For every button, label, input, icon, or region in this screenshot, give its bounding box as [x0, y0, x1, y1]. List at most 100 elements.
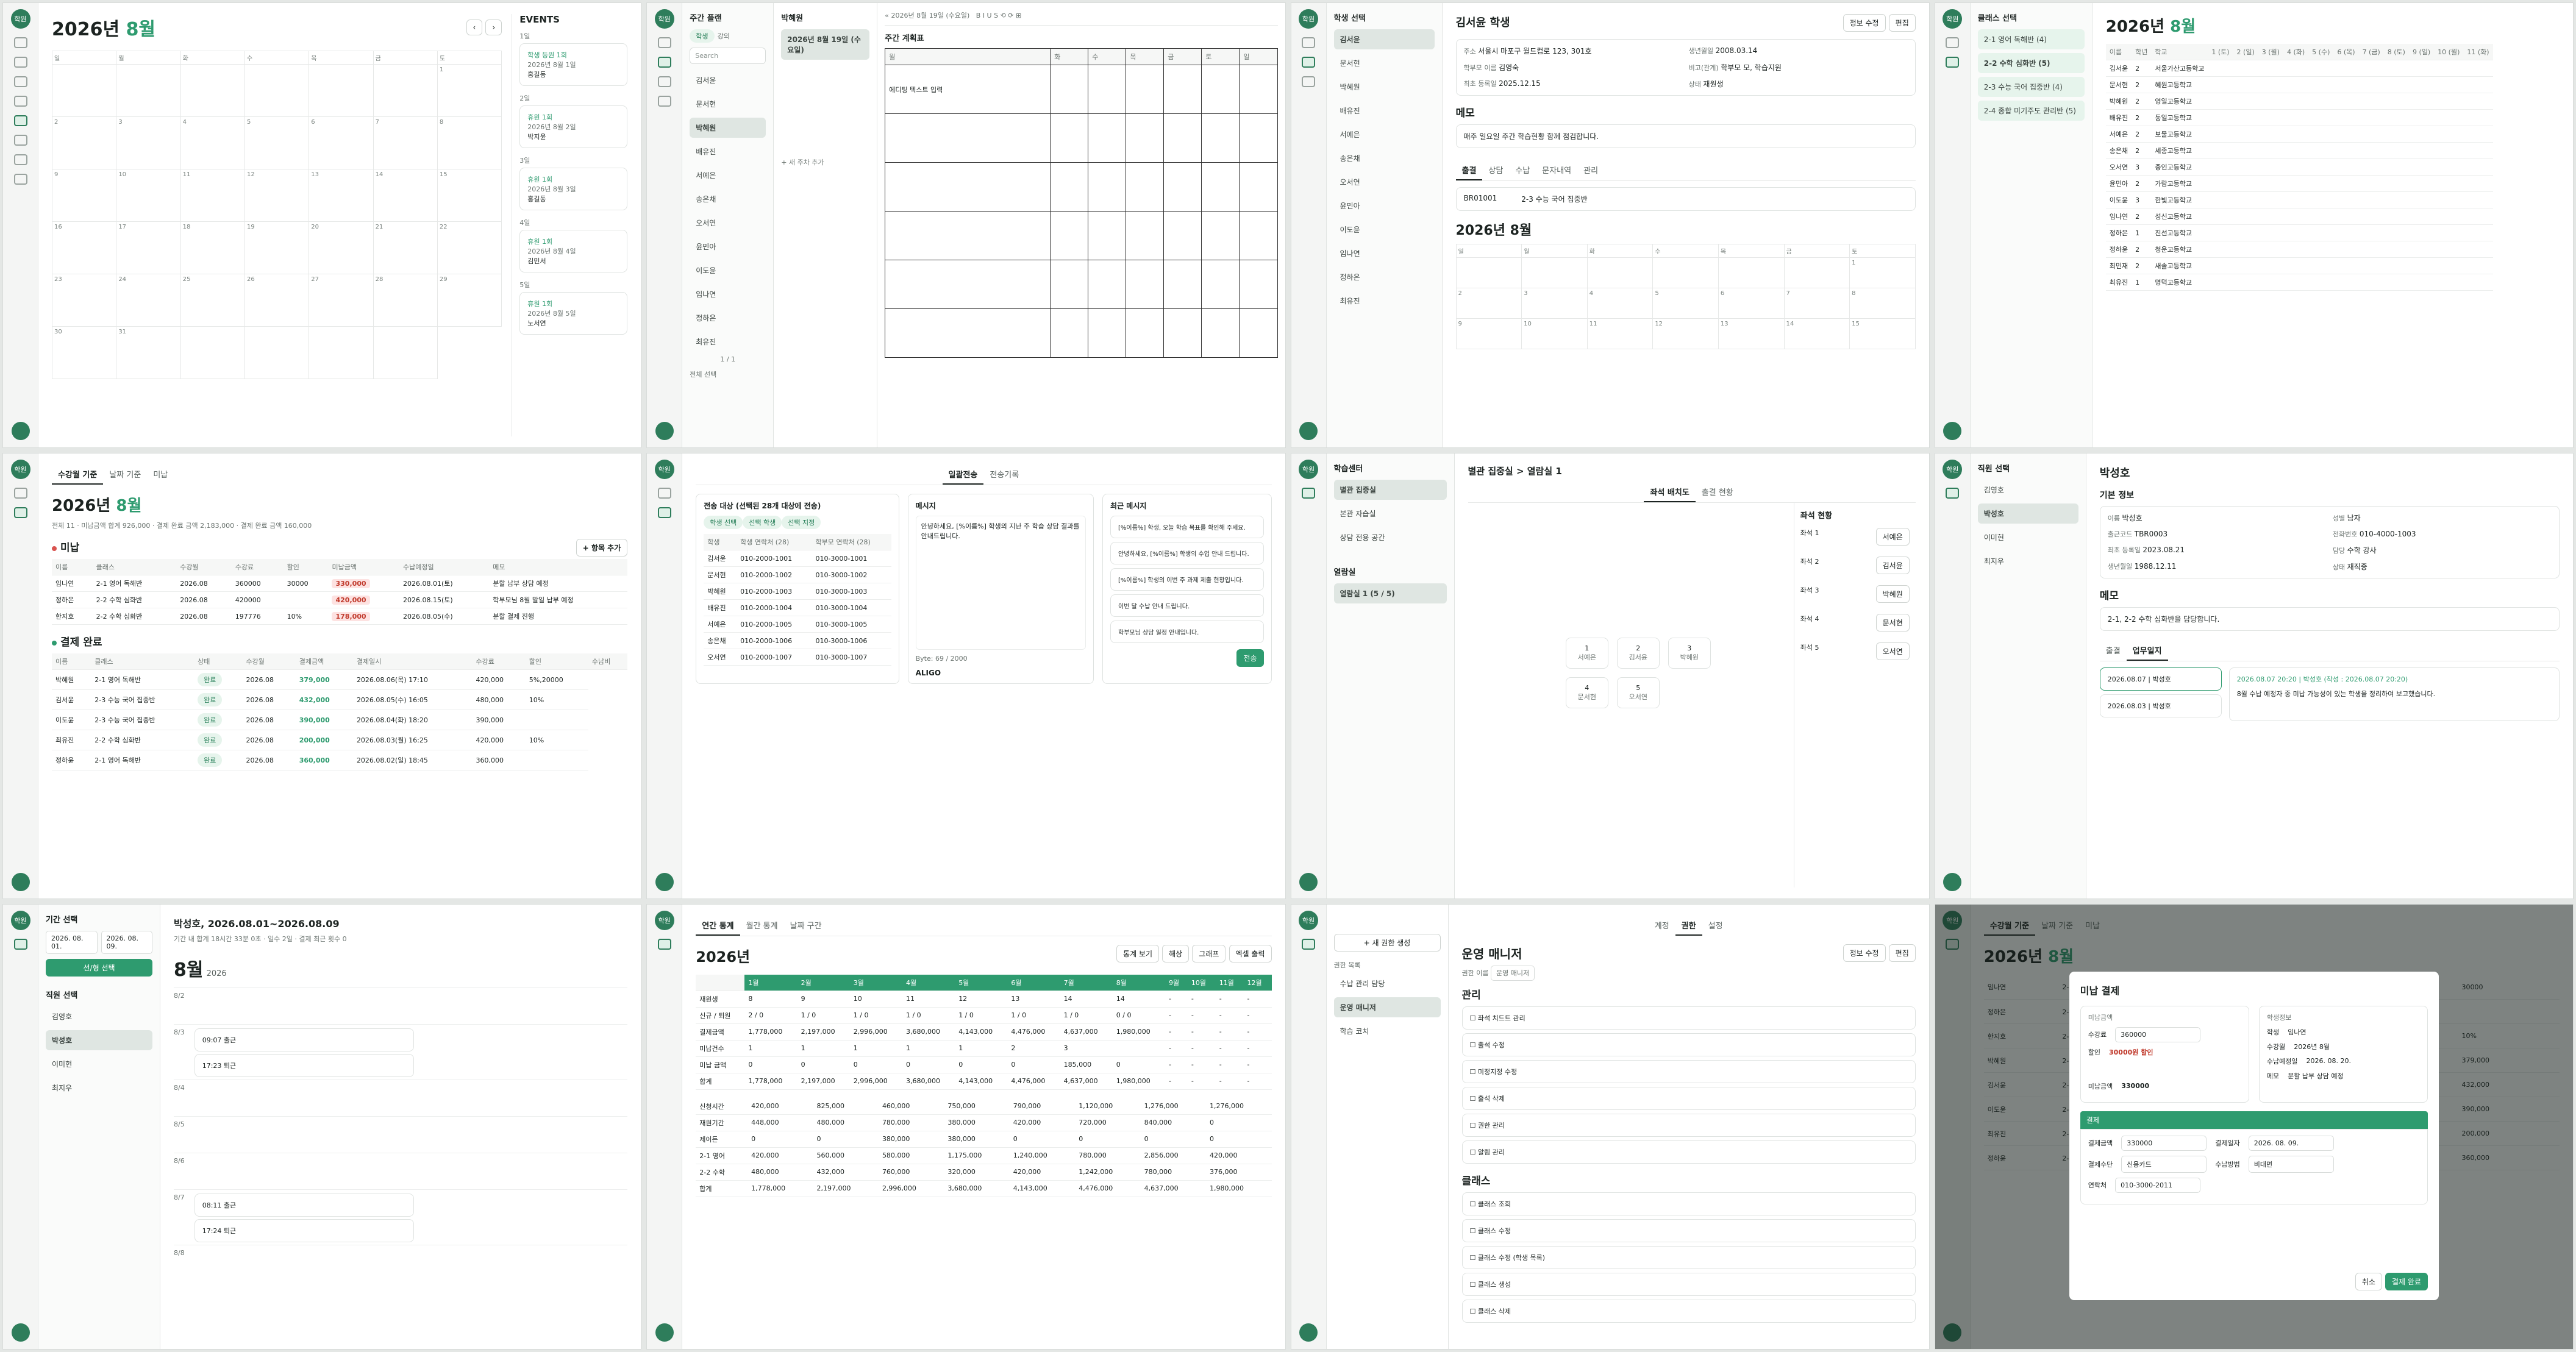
staff-icon[interactable] [1946, 488, 1960, 499]
day-cell[interactable]: 15 [437, 169, 502, 222]
phone-input[interactable]: 010-3000-2011 [2115, 1177, 2201, 1193]
tab-1[interactable]: 날짜 기준 [103, 464, 147, 483]
student-item[interactable]: 김서윤 [1333, 29, 1435, 49]
student-item[interactable]: 송은채 [1334, 148, 1435, 168]
day-cell[interactable]: 8 [437, 117, 502, 169]
calendar-icon[interactable] [657, 488, 671, 499]
staff-icon[interactable] [13, 174, 27, 185]
day-cell[interactable]: 9 [52, 169, 117, 222]
student-item[interactable]: 이도윤 [1334, 219, 1435, 240]
plan-cell[interactable] [1239, 260, 1278, 309]
table-row[interactable]: 최유진 2-2 수학 심화반 완료 2026.08 200,000 2026.08.03(… [52, 730, 627, 751]
day-cell[interactable]: 25 [180, 274, 245, 327]
avatar[interactable] [1943, 422, 1962, 441]
plan-cell[interactable] [1163, 260, 1202, 309]
plan-cell[interactable] [1239, 113, 1278, 163]
table-row[interactable]: 정하윤 2-1 영어 독해반 완료 2026.08 360,000 2026.08.02(… [52, 750, 627, 771]
avatar[interactable] [11, 1323, 30, 1342]
avatar[interactable] [1299, 422, 1318, 441]
app-logo[interactable]: 학원 [654, 460, 674, 480]
table-row[interactable]: 송은채 010-2000-1006 010-3000-1006 [704, 632, 891, 650]
recent-message[interactable]: [%이름%] 학생, 오늘 학습 목표를 확인해 주세요. [1110, 516, 1264, 539]
student-item[interactable]: 박혜원 [1334, 77, 1435, 97]
plan-cell[interactable] [1126, 65, 1165, 114]
app-logo[interactable]: 학원 [654, 910, 674, 930]
calendar-icon[interactable] [657, 37, 671, 48]
recent-message[interactable]: [%이름%] 학생의 이번 주 과제 제출 현황입니다. [1110, 568, 1264, 591]
day-cell[interactable] [244, 65, 310, 117]
message-textarea[interactable]: 안녕하세요, [%이름%] 학생의 지난 주 학습 상담 결과를 안내드립니다. [915, 516, 1086, 650]
table-row[interactable]: 이도윤 3 한빛고등학교 [2105, 191, 2493, 208]
plan-cell[interactable] [1126, 162, 1165, 212]
calendar-icon[interactable] [13, 37, 27, 48]
seat-icon[interactable] [13, 96, 27, 107]
student-item[interactable]: 서예은 [690, 165, 766, 185]
day-cell[interactable] [180, 65, 245, 117]
table-row[interactable]: 정하은 1 진선고등학교 [2105, 224, 2493, 241]
day-cell[interactable]: 20 [309, 222, 374, 274]
avatar[interactable] [1299, 872, 1318, 891]
app-logo[interactable]: 학원 [1299, 9, 1318, 29]
day-cell[interactable] [52, 65, 117, 117]
day-cell[interactable] [244, 327, 310, 379]
table-row[interactable]: 김서윤 010-2000-1001 010-3000-1001 [704, 550, 891, 567]
type-select[interactable]: 비대면 [2248, 1155, 2334, 1173]
cancel-button[interactable]: 취소 [2355, 1272, 2382, 1290]
week-item[interactable]: 2026년 8월 19일 (수요일) [781, 29, 870, 60]
day-cell[interactable] [116, 65, 181, 117]
app-logo[interactable]: 학원 [1299, 460, 1318, 480]
plan-cell[interactable] [885, 211, 1051, 260]
table-row[interactable]: 최민재 2 새솔고등학교 [2105, 257, 2493, 274]
subtab[interactable]: 선택 학생 [743, 516, 782, 530]
subtab[interactable]: 학생 선택 [704, 516, 743, 530]
confirm-payment-button[interactable]: 결제 완료 [2385, 1272, 2428, 1290]
day-cell[interactable]: 24 [116, 274, 181, 327]
edit-info-button[interactable]: 정보 수정 [1843, 944, 1886, 962]
tab-0[interactable]: 계정 [1649, 916, 1675, 934]
student-item[interactable]: 윤민아 [1334, 196, 1435, 216]
staff-item[interactable]: 박성호 [1977, 503, 2078, 524]
select-all[interactable]: 전체 선택 [690, 369, 766, 379]
staff-item[interactable]: 김영호 [46, 1006, 152, 1026]
day-cell[interactable]: 14 [1784, 319, 1850, 349]
tab-1[interactable]: 업무일지 [2126, 641, 2168, 661]
permission-item[interactable]: ☐ 클래스 삭제 [1461, 1299, 1916, 1323]
day-cell[interactable]: 5 [1653, 288, 1719, 319]
seat[interactable]: 2 김서윤 [1616, 637, 1660, 669]
table-row[interactable]: 박혜원 2-1 영어 독해반 완료 2026.08 379,000 2026.08.06(… [52, 669, 627, 691]
calendar-icon[interactable] [1946, 37, 1960, 48]
avatar[interactable] [655, 422, 674, 441]
seat-student-button[interactable]: 오서연 [1875, 642, 1910, 661]
permission-item[interactable]: ☐ 클래스 수정 (학생 목록) [1461, 1245, 1916, 1269]
student-item[interactable]: 배유진 [690, 141, 766, 162]
student-icon[interactable] [13, 57, 27, 68]
day-cell[interactable]: 2 [1456, 288, 1522, 319]
tab-2[interactable]: 날짜 구간 [784, 916, 828, 934]
day-cell[interactable] [1522, 258, 1588, 288]
seat-student-button[interactable]: 김서윤 [1875, 557, 1910, 575]
staff-item[interactable]: 이미현 [1978, 527, 2078, 547]
day-cell[interactable]: 6 [309, 117, 374, 169]
student-item[interactable]: 배유진 [1334, 101, 1435, 121]
plan-cell[interactable] [1050, 65, 1089, 114]
table-row[interactable]: 김서윤 2 서울가산고등학교 [2105, 60, 2493, 77]
tuition-input[interactable]: 360000 [2115, 1026, 2201, 1042]
plan-cell[interactable] [885, 162, 1051, 212]
plan-cell[interactable] [1050, 211, 1089, 260]
student-icon[interactable] [657, 76, 671, 87]
add-role-button[interactable]: + 새 권한 생성 [1333, 933, 1441, 952]
student-item[interactable]: 문서현 [1334, 53, 1435, 73]
tab-0[interactable]: 출결 [1455, 160, 1483, 180]
student-item[interactable]: 임나연 [1334, 243, 1435, 263]
day-cell[interactable]: 21 [373, 222, 438, 274]
avatar[interactable] [655, 872, 674, 891]
end-date-input[interactable]: 2026. 08. 09. [101, 930, 152, 954]
table-row[interactable]: 오서연 010-2000-1007 010-3000-1007 [704, 649, 891, 666]
pay-date-input[interactable]: 2026. 08. 09. [2248, 1135, 2334, 1151]
seat[interactable]: 1 서예은 [1565, 637, 1608, 669]
class-icon[interactable] [13, 76, 27, 87]
student-item[interactable]: 정하은 [1334, 267, 1435, 287]
plan-cell[interactable] [885, 113, 1051, 163]
student-item[interactable]: 정하은 [690, 308, 766, 328]
day-cell[interactable]: 8 [1850, 288, 1916, 319]
